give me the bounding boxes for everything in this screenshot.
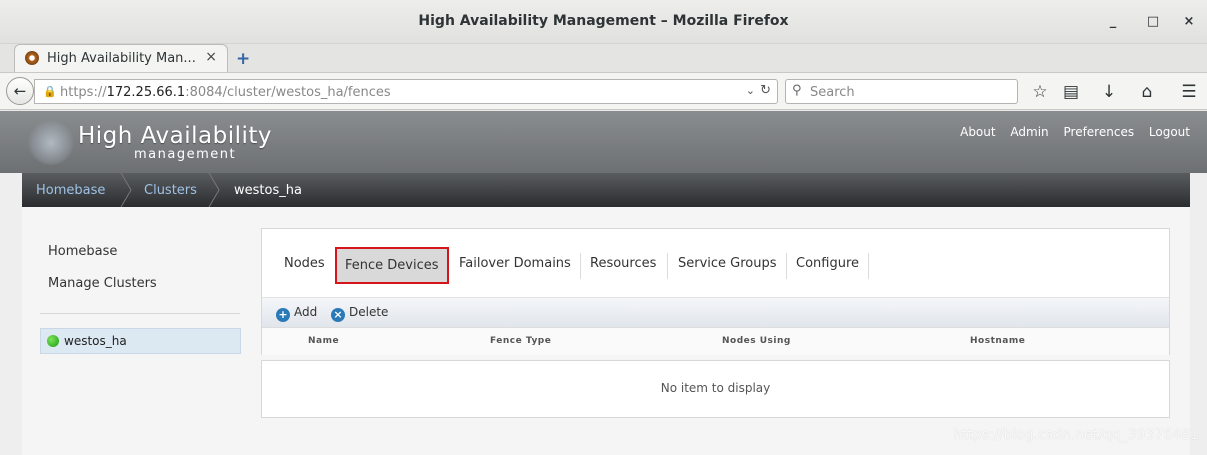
tab-failover-domains[interactable]: Failover Domains: [459, 249, 571, 279]
tab-configure[interactable]: Configure: [796, 249, 859, 279]
tab-divider: [786, 253, 787, 279]
tab-resources[interactable]: Resources: [590, 249, 656, 279]
x-circle-icon: ×: [331, 308, 345, 322]
minimize-button[interactable]: _: [1104, 13, 1122, 31]
breadcrumb-clusters[interactable]: Clusters: [144, 183, 197, 198]
column-hostname[interactable]: Hostname: [970, 336, 1025, 346]
close-window-button[interactable]: ×: [1180, 13, 1198, 31]
column-fence-type[interactable]: Fence Type: [490, 336, 551, 346]
sidebar-item-cluster[interactable]: westos_ha: [40, 328, 241, 354]
breadcrumb-separator-icon: [208, 173, 220, 207]
back-arrow-icon[interactable]: ←: [6, 77, 34, 105]
preferences-link[interactable]: Preferences: [1064, 125, 1135, 139]
action-toolbar: + Add × Delete: [262, 297, 1169, 327]
search-icon: ⚲: [792, 83, 802, 98]
new-tab-button[interactable]: +: [236, 49, 250, 69]
table-header: Name Fence Type Nodes Using Hostname: [262, 327, 1169, 355]
lock-icon: 🔒: [43, 85, 57, 98]
app-header: High Availability management About Admin…: [0, 111, 1207, 173]
close-tab-icon[interactable]: ×: [205, 49, 217, 65]
breadcrumb-current: westos_ha: [234, 183, 302, 198]
tab-divider: [580, 253, 581, 279]
reading-list-icon[interactable]: ▤: [1061, 82, 1081, 102]
window-titlebar: High Availability Management – Mozilla F…: [0, 0, 1207, 44]
plus-icon: +: [276, 308, 290, 322]
bookmark-star-icon[interactable]: ☆: [1030, 82, 1050, 102]
add-button[interactable]: + Add: [276, 305, 317, 322]
browser-tab-label: High Availability Man...: [47, 51, 196, 66]
tab-divider: [868, 253, 869, 279]
logo-icon: [28, 121, 74, 165]
column-nodes-using[interactable]: Nodes Using: [722, 336, 791, 346]
browser-tabstrip: High Availability Man... × +: [0, 44, 1207, 72]
cluster-panel: Nodes Fence Devices Failover Domains Res…: [261, 228, 1170, 355]
search-box[interactable]: ⚲ Search: [785, 79, 1018, 104]
url-bar[interactable]: 🔒 https://172.25.66.1:8084/cluster/westo…: [34, 79, 778, 104]
logout-link[interactable]: Logout: [1149, 125, 1190, 139]
url-text: https://172.25.66.1:8084/cluster/westos_…: [60, 85, 391, 100]
empty-message: No item to display: [660, 381, 771, 395]
search-placeholder: Search: [810, 85, 855, 100]
gear-favicon-icon: [25, 51, 39, 65]
cluster-name: westos_ha: [64, 334, 127, 348]
download-icon[interactable]: ↓: [1099, 82, 1119, 102]
home-icon[interactable]: ⌂: [1137, 82, 1157, 102]
tab-nodes[interactable]: Nodes: [284, 249, 325, 279]
watermark: https://blog.csdn.net/qq_39376481: [953, 427, 1199, 443]
window-title: High Availability Management – Mozilla F…: [418, 13, 789, 29]
table-body: No item to display: [261, 360, 1170, 418]
logo-subtitle: management: [134, 147, 237, 162]
breadcrumb-homebase[interactable]: Homebase: [36, 183, 105, 198]
breadcrumb-separator-icon: [120, 173, 132, 207]
top-links: About Admin Preferences Logout: [949, 125, 1190, 139]
column-name[interactable]: Name: [308, 336, 339, 346]
sidebar-item-homebase[interactable]: Homebase: [48, 244, 117, 259]
menu-icon[interactable]: ☰: [1179, 82, 1199, 102]
status-ok-icon: [47, 335, 59, 347]
sidebar-item-manage-clusters[interactable]: Manage Clusters: [48, 276, 157, 291]
web-page: High Availability management About Admin…: [0, 111, 1207, 455]
tab-fence-devices[interactable]: Fence Devices: [335, 247, 449, 284]
browser-navbar: ← 🔒 https://172.25.66.1:8084/cluster/wes…: [0, 72, 1207, 110]
admin-link[interactable]: Admin: [1010, 125, 1048, 139]
delete-button[interactable]: × Delete: [331, 305, 388, 322]
maximize-button[interactable]: □: [1144, 13, 1162, 31]
reload-icon[interactable]: ↻: [760, 83, 771, 98]
logo-title: High Availability: [78, 123, 273, 149]
browser-tab[interactable]: High Availability Man... ×: [14, 44, 228, 72]
tab-service-groups[interactable]: Service Groups: [678, 249, 777, 279]
about-link[interactable]: About: [960, 125, 995, 139]
main-area: Homebase Manage Clusters westos_ha Nodes…: [22, 207, 1190, 455]
tab-divider: [667, 253, 668, 279]
chevron-down-icon[interactable]: ⌄: [746, 84, 755, 97]
sidebar-divider: [40, 313, 240, 314]
breadcrumb: Homebase Clusters westos_ha: [22, 173, 1190, 207]
